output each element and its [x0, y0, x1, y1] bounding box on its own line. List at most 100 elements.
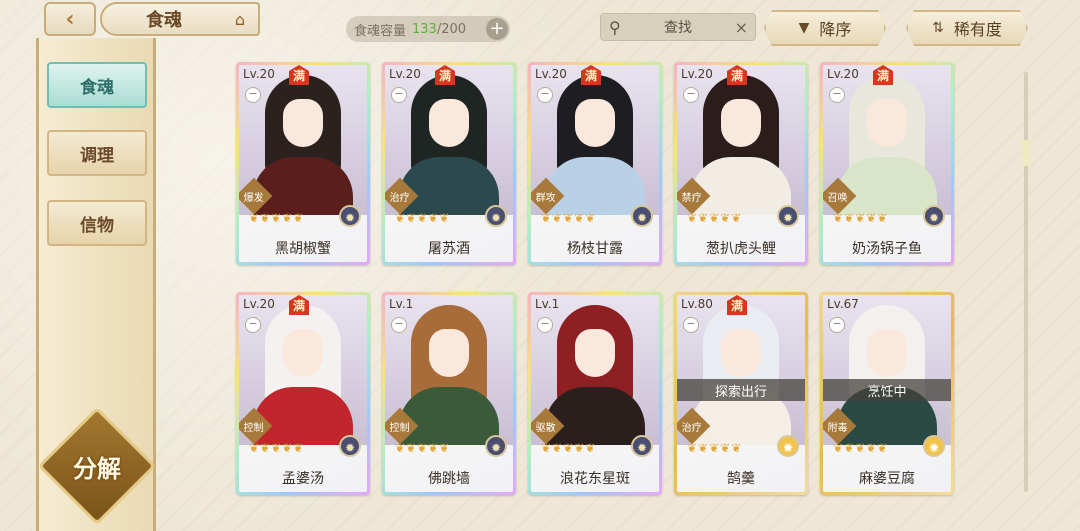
portrait-face — [721, 99, 761, 147]
portrait-face — [867, 99, 907, 147]
card-level: Lv.20 — [827, 67, 859, 81]
character-card[interactable]: Lv.1 − 驱散 ❦❦❦❦❦ ✹ 浪花东星斑 — [528, 292, 662, 495]
star-rating: ❦❦❦❦❦ — [541, 211, 597, 225]
role-label: 治疗 — [390, 192, 410, 204]
search-input[interactable]: ⚲ 查找 × — [600, 13, 756, 41]
character-name: 黑胡椒蟹 — [275, 241, 331, 257]
portrait-robe — [399, 387, 499, 445]
character-name: 奶汤锅子鱼 — [852, 241, 922, 257]
star-rating: ❦❦❦❦❦ — [687, 211, 743, 225]
sort-rarity-button[interactable]: ⇅ 稀有度 — [906, 10, 1028, 46]
card-body: Lv.20 满 − 治疗 ❦❦❦❦❦ ✹ 屠苏酒 — [385, 65, 513, 262]
portrait-robe — [399, 157, 499, 215]
moon-element-icon: ✹ — [339, 435, 361, 457]
star-rating: ❦❦❦❦❦ — [833, 211, 889, 225]
lock-toggle-icon[interactable]: − — [829, 87, 845, 103]
card-status: 探索出行 — [677, 379, 805, 401]
character-card[interactable]: Lv.20 满 − 召唤 ❦❦❦❦❦ ✹ 奶汤锅子鱼 — [820, 62, 954, 265]
moon-element-icon: ✹ — [339, 205, 361, 227]
sun-element-icon: ✺ — [777, 435, 799, 457]
star-rating: ❦❦❦❦❦ — [395, 441, 451, 455]
decompose-label: 分解 — [73, 453, 121, 483]
portrait-face — [575, 99, 615, 147]
moon-element-icon: ✹ — [485, 435, 507, 457]
role-label: 附毒 — [828, 422, 848, 434]
star-rating: ❦❦❦❦❦ — [249, 441, 305, 455]
role-label: 召唤 — [828, 192, 848, 204]
lock-toggle-icon[interactable]: − — [683, 317, 699, 333]
house-icon[interactable]: ⌂ — [228, 8, 252, 30]
lock-toggle-icon[interactable]: − — [829, 317, 845, 333]
sort-descending-button[interactable]: ▼ 降序 — [764, 10, 886, 46]
card-level: Lv.67 — [827, 297, 859, 311]
sort-rarity-label: 稀有度 — [953, 20, 1002, 39]
chevron-left-icon: ‹ — [65, 6, 75, 32]
character-card[interactable]: Lv.20 满 − 控制 ❦❦❦❦❦ ✹ 孟婆汤 — [236, 292, 370, 495]
card-body: Lv.20 满 − 召唤 ❦❦❦❦❦ ✹ 奶汤锅子鱼 — [823, 65, 951, 262]
role-label: 控制 — [244, 422, 264, 434]
lock-toggle-icon[interactable]: − — [537, 317, 553, 333]
search-label: 查找 — [664, 20, 692, 36]
capacity-add-button[interactable]: + — [486, 18, 508, 40]
moon-element-icon: ✹ — [631, 205, 653, 227]
portrait-robe — [837, 157, 937, 215]
role-label: 驱散 — [536, 422, 556, 434]
portrait-face — [867, 329, 907, 377]
character-card[interactable]: Lv.80 满 − 探索出行 治疗 ❦❦❦❦❦ ✺ 鹄羹 — [674, 292, 808, 495]
character-card[interactable]: Lv.1 − 控制 ❦❦❦❦❦ ✹ 佛跳墙 — [382, 292, 516, 495]
portrait-face — [283, 329, 323, 377]
clear-search-icon[interactable]: × — [735, 18, 748, 37]
card-body: Lv.1 − 驱散 ❦❦❦❦❦ ✹ 浪花东星斑 — [531, 295, 659, 492]
sidebar-item-tiaoli[interactable]: 调理 — [47, 130, 147, 176]
portrait-robe — [545, 387, 645, 445]
portrait-robe — [545, 157, 645, 215]
capacity-current: 133 — [412, 21, 437, 37]
capacity-total: /200 — [436, 21, 467, 37]
lock-toggle-icon[interactable]: − — [245, 87, 261, 103]
sidebar-item-xinwu[interactable]: 信物 — [47, 200, 147, 246]
card-level: Lv.20 — [681, 67, 713, 81]
portrait-face — [283, 99, 323, 147]
lock-toggle-icon[interactable]: − — [245, 317, 261, 333]
sidebar-item-label: 调理 — [80, 145, 114, 166]
triangle-down-icon: ▼ — [798, 20, 810, 36]
character-name: 杨枝甘露 — [567, 241, 623, 257]
lock-toggle-icon[interactable]: − — [683, 87, 699, 103]
lock-toggle-icon[interactable]: − — [391, 87, 407, 103]
card-body: Lv.20 满 − 禁疗 ❦❦❦❦❦ ✹ 葱扒虎头鲤 — [677, 65, 805, 262]
character-name: 葱扒虎头鲤 — [706, 241, 776, 257]
role-label: 群攻 — [536, 192, 556, 204]
card-level: Lv.20 — [535, 67, 567, 81]
sidebar-item-label: 信物 — [80, 215, 114, 236]
character-name: 浪花东星斑 — [560, 471, 630, 487]
sidebar-item-shihun[interactable]: 食魂 — [47, 62, 147, 108]
moon-element-icon: ✹ — [485, 205, 507, 227]
star-rating: ❦❦❦❦❦ — [541, 441, 597, 455]
card-body: Lv.80 满 − 探索出行 治疗 ❦❦❦❦❦ ✺ 鹄羹 — [677, 295, 805, 492]
card-status: 烹饪中 — [823, 379, 951, 401]
character-name: 孟婆汤 — [282, 471, 324, 487]
portrait-robe — [253, 387, 353, 445]
character-card[interactable]: Lv.20 满 − 治疗 ❦❦❦❦❦ ✹ 屠苏酒 — [382, 62, 516, 265]
scrollbar-track[interactable] — [1024, 72, 1028, 492]
card-level: Lv.1 — [389, 297, 414, 311]
card-level: Lv.20 — [243, 297, 275, 311]
moon-element-icon: ✹ — [631, 435, 653, 457]
character-card[interactable]: Lv.20 满 − 群攻 ❦❦❦❦❦ ✹ 杨枝甘露 — [528, 62, 662, 265]
star-rating: ❦❦❦❦❦ — [249, 211, 305, 225]
card-body: Lv.20 满 − 群攻 ❦❦❦❦❦ ✹ 杨枝甘露 — [531, 65, 659, 262]
card-level: Lv.20 — [243, 67, 275, 81]
scrollbar-thumb[interactable] — [1022, 140, 1030, 166]
sidebar-item-label: 食魂 — [80, 77, 114, 98]
page-title: 食魂 — [146, 10, 182, 31]
character-name: 麻婆豆腐 — [859, 471, 915, 487]
character-card[interactable]: Lv.20 满 − 爆发 ❦❦❦❦❦ ✹ 黑胡椒蟹 — [236, 62, 370, 265]
card-body: Lv.67 − 烹饪中 附毒 ❦❦❦❦❦ ✺ 麻婆豆腐 — [823, 295, 951, 492]
sort-descending-label: 降序 — [819, 20, 852, 39]
capacity-display: 食魂容量 133 /200 + — [346, 16, 510, 42]
lock-toggle-icon[interactable]: − — [391, 317, 407, 333]
character-card[interactable]: Lv.67 − 烹饪中 附毒 ❦❦❦❦❦ ✺ 麻婆豆腐 — [820, 292, 954, 495]
lock-toggle-icon[interactable]: − — [537, 87, 553, 103]
back-button[interactable]: ‹ — [44, 2, 96, 36]
character-card[interactable]: Lv.20 满 − 禁疗 ❦❦❦❦❦ ✹ 葱扒虎头鲤 — [674, 62, 808, 265]
